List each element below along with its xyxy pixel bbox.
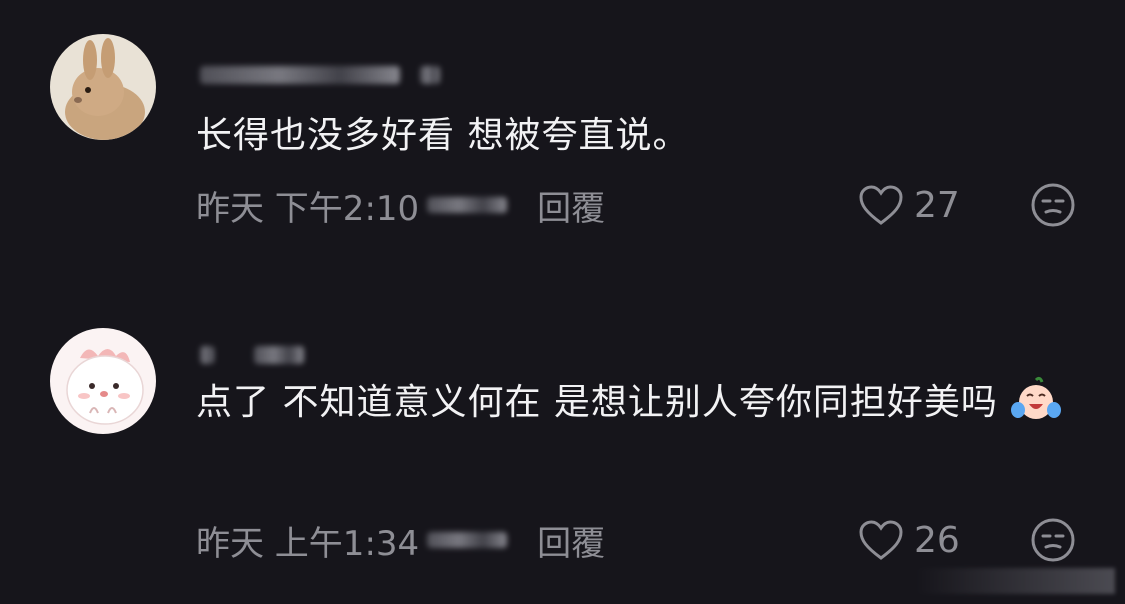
comment-text: 长得也没多好看 想被夸直说。 <box>196 115 690 156</box>
comment-text-content: 点了 不知道意义何在 是想让别人夸你同担好美吗 <box>196 382 998 423</box>
like-button[interactable]: 26 <box>858 515 960 565</box>
redacted-username <box>200 66 400 84</box>
comment-text: 点了 不知道意义何在 是想让别人夸你同担好美吗 <box>196 375 1076 431</box>
comment: 长得也没多好看 想被夸直说。 昨天 下午2:10 回覆 27 <box>0 0 1125 260</box>
dislike-button[interactable] <box>1030 182 1076 228</box>
username-redacted[interactable] <box>200 328 304 372</box>
redacted-username <box>253 346 304 364</box>
like-count: 27 <box>914 184 960 226</box>
user-avatar[interactable] <box>50 328 156 434</box>
user-avatar[interactable] <box>50 34 156 140</box>
dislike-button[interactable] <box>1030 517 1076 563</box>
meh-face-icon <box>1031 518 1075 562</box>
comment-timestamp: 昨天 下午2:10 <box>196 188 420 229</box>
meh-face-icon <box>1031 183 1075 227</box>
heart-icon <box>859 520 903 560</box>
comment-timestamp: 昨天 上午1:34 <box>196 523 420 564</box>
redacted-location <box>427 532 508 548</box>
watermark <box>915 568 1115 594</box>
redacted-username <box>419 66 440 84</box>
like-button[interactable]: 27 <box>858 180 960 230</box>
reply-button[interactable]: 回覆 <box>537 516 605 565</box>
comment-meta: 昨天 上午1:34 回覆 <box>196 515 605 565</box>
username-redacted[interactable] <box>200 48 440 92</box>
comment: 点了 不知道意义何在 是想让别人夸你同担好美吗 昨天 上午1:34 回覆 26 <box>0 296 1125 596</box>
redacted-location <box>427 197 508 213</box>
heart-icon <box>859 185 903 225</box>
comment-meta: 昨天 下午2:10 回覆 <box>196 180 605 230</box>
like-count: 26 <box>914 519 960 561</box>
crying-laughing-emoji-icon <box>1010 376 1062 422</box>
reply-button[interactable]: 回覆 <box>537 181 605 230</box>
redacted-username <box>200 346 214 364</box>
